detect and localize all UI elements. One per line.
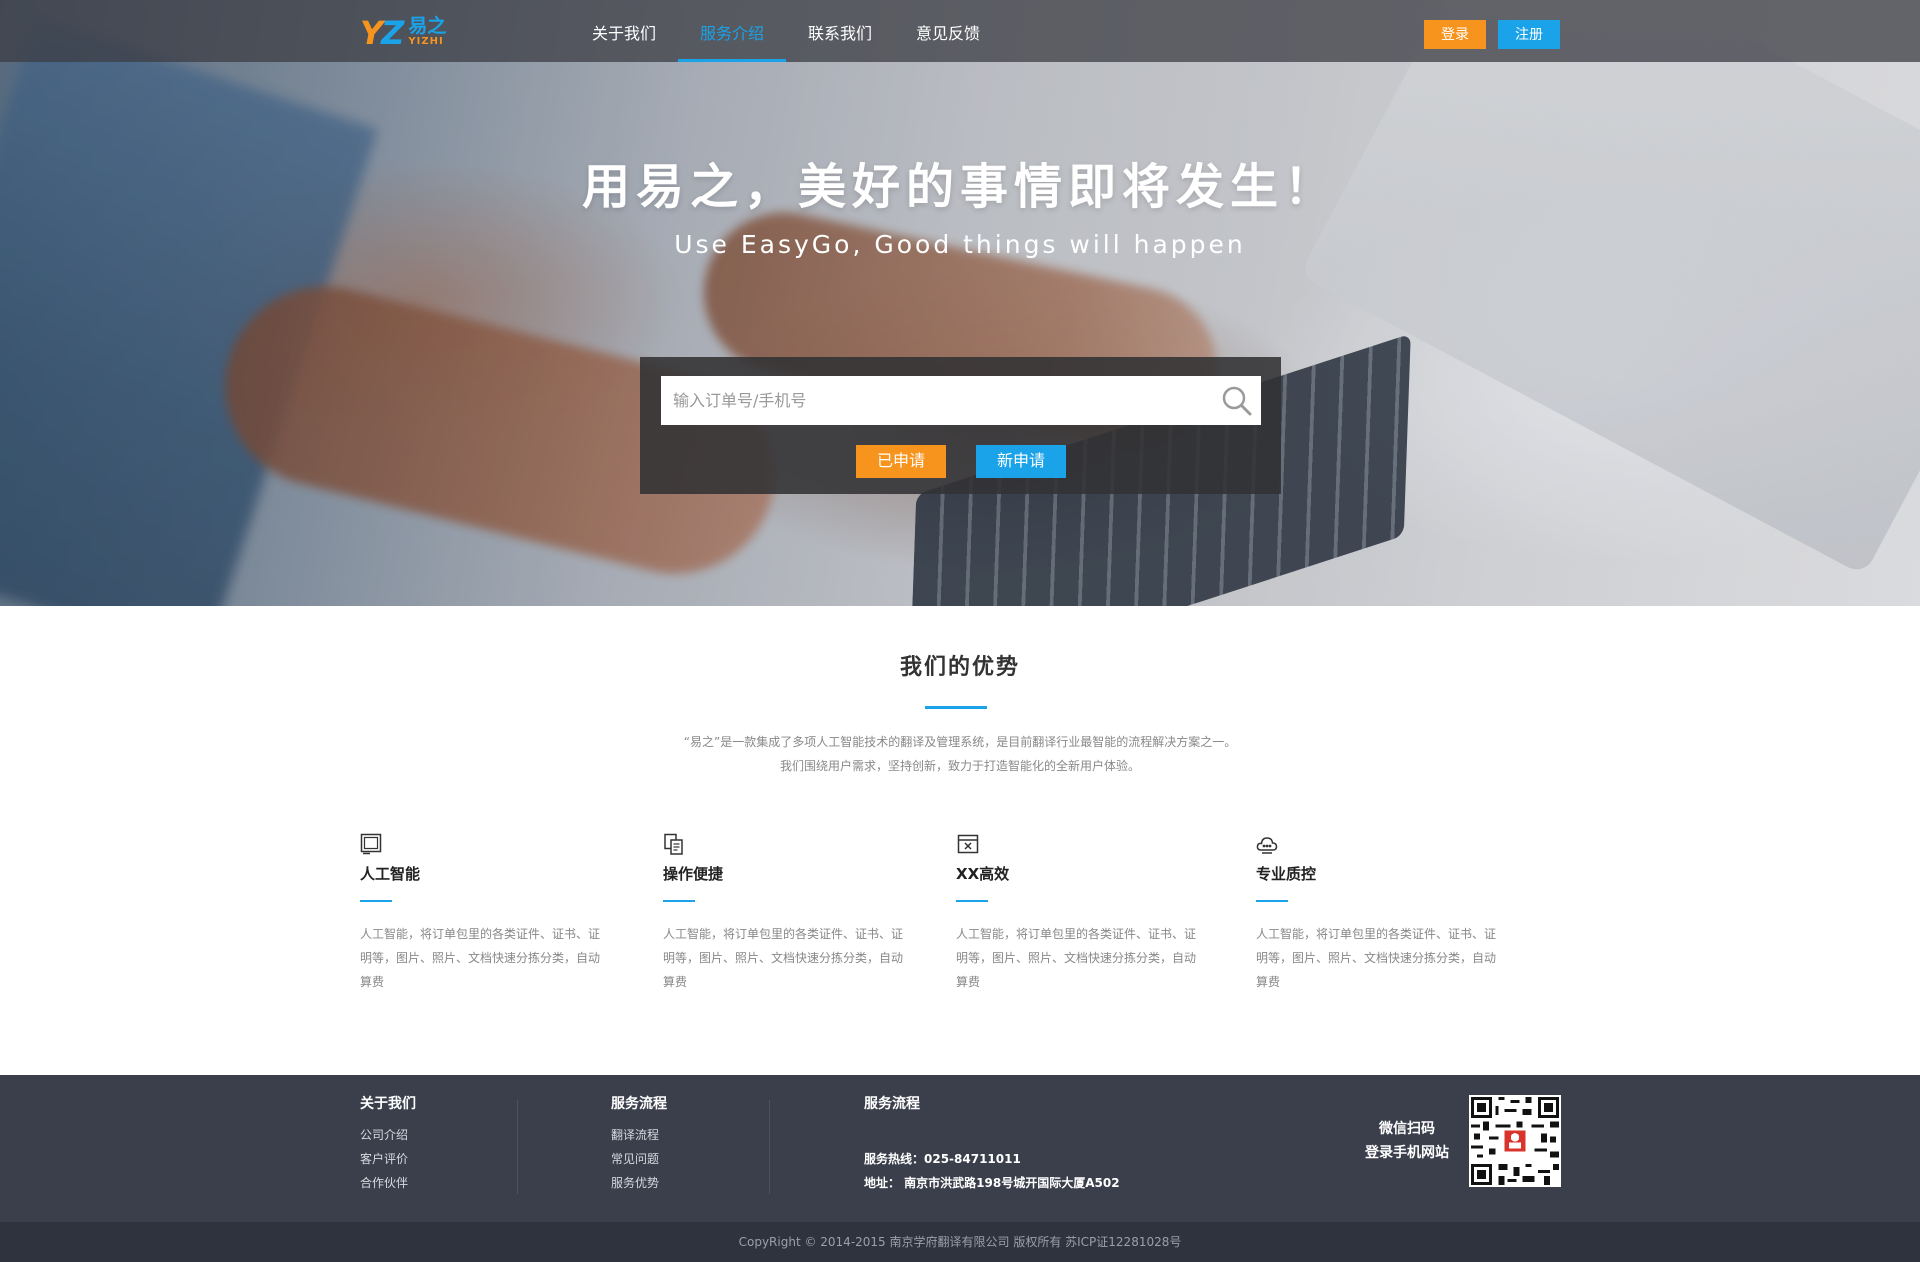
footer-col-about: 关于我们 公司介绍 客户评价 合作伙伴	[360, 1093, 416, 1195]
feature-description: 人工智能，将订单包里的各类证件、证书、证明等，图片、照片、文档快速分拣分类，自动…	[663, 927, 904, 989]
hero-subtitle: Use EasyGo, Good things will happen	[674, 230, 1246, 259]
logo-mark-z: Z	[381, 14, 404, 52]
search-panel: 已申请 新申请	[640, 357, 1281, 494]
advantages-title-underline	[925, 706, 987, 709]
logo-cn: 易之	[408, 15, 447, 37]
footer-link-reviews[interactable]: 客户评价	[360, 1147, 416, 1171]
feature-card: 人工智能 人工智能，将订单包里的各类证件、证书、证明等，图片、照片、文档快速分拣…	[360, 833, 620, 994]
feature-card: XX高效 人工智能，将订单包里的各类证件、证书、证明等，图片、照片、文档快速分拣…	[956, 833, 1216, 994]
footer-divider	[517, 1100, 518, 1194]
feature-card: 专业质控 人工智能，将订单包里的各类证件、证书、证明等，图片、照片、文档快速分拣…	[1256, 833, 1516, 994]
feature-underline	[956, 900, 988, 902]
feature-title: XX高效	[956, 865, 1010, 883]
feature-description: 人工智能，将订单包里的各类证件、证书、证明等，图片、照片、文档快速分拣分类，自动…	[956, 927, 1197, 989]
footer-link-list: 翻译流程 常见问题 服务优势	[611, 1123, 667, 1195]
footer-col-title: 服务流程	[611, 1096, 667, 1112]
footer-link-list: 公司介绍 客户评价 合作伙伴	[360, 1123, 416, 1195]
feature-underline	[663, 900, 695, 902]
search-icon[interactable]	[1221, 385, 1253, 417]
footer-link-faq[interactable]: 常见问题	[611, 1147, 667, 1171]
logo-mark-y: Y	[360, 14, 383, 52]
advantages-description: “易之”是一款集成了多项人工智能技术的翻译及管理系统，是目前翻译行业最智能的流程…	[0, 730, 1920, 778]
contact-info: 服务热线：025-84711011 地址： 南京市洪武路198号城开国际大厦A5…	[864, 1147, 1120, 1195]
cloud-icon	[1256, 837, 1278, 854]
address: 地址： 南京市洪武路198号城开国际大厦A502	[864, 1176, 1120, 1190]
feature-underline	[1256, 900, 1288, 902]
feature-title: 人工智能	[360, 865, 421, 883]
search-box	[661, 376, 1261, 425]
footer-divider	[769, 1100, 770, 1194]
footer-link-advantages[interactable]: 服务优势	[611, 1171, 667, 1195]
qr-code-icon	[1471, 1097, 1559, 1185]
applied-button[interactable]: 已申请	[856, 445, 946, 478]
advantages-desc-line-2: 我们围绕用户需求，坚持创新，致力于打造智能化的全新用户体验。	[779, 759, 1140, 773]
footer-col-process: 服务流程 翻译流程 常见问题 服务优势	[611, 1093, 667, 1195]
footer-link-translation-process[interactable]: 翻译流程	[611, 1123, 667, 1147]
feature-description: 人工智能，将订单包里的各类证件、证书、证明等，图片、照片、文档快速分拣分类，自动…	[360, 927, 601, 989]
footer-col-title: 服务流程	[864, 1096, 920, 1112]
menu-item-contact[interactable]: 联系我们	[786, 0, 894, 62]
qr-caption: 微信扫码 登录手机网站	[1352, 1117, 1462, 1165]
qr-caption-line-1: 微信扫码	[1379, 1121, 1435, 1137]
footer-col-contact: 服务流程 服务热线：025-84711011 地址： 南京市洪武路198号城开国…	[864, 1093, 1120, 1195]
logo-mark: YZ	[360, 14, 404, 52]
service-hotline: 服务热线：025-84711011	[864, 1152, 1021, 1166]
menu-item-services[interactable]: 服务介绍	[678, 0, 787, 62]
logo-en: YIZHI	[408, 36, 444, 47]
advantages-title: 我们的优势	[899, 655, 1020, 680]
footer-col-title: 关于我们	[360, 1096, 416, 1112]
footer-link-company[interactable]: 公司介绍	[360, 1123, 416, 1147]
qr-caption-line-2: 登录手机网站	[1365, 1145, 1449, 1161]
document-copy-icon	[664, 833, 683, 855]
menu-item-about[interactable]: 关于我们	[570, 0, 678, 62]
search-input[interactable]	[661, 376, 1201, 425]
hero-banner: 用易之，美好的事情即将发生！ Use EasyGo, Good things w…	[0, 0, 1920, 606]
footer-link-partners[interactable]: 合作伙伴	[360, 1171, 416, 1195]
feature-card: 操作便捷 人工智能，将订单包里的各类证件、证书、证明等，图片、照片、文档快速分拣…	[663, 833, 923, 994]
advantages-desc-line-1: “易之”是一款集成了多项人工智能技术的翻译及管理系统，是目前翻译行业最智能的流程…	[683, 735, 1237, 749]
tablet-icon	[360, 833, 382, 855]
qr-code	[1469, 1095, 1561, 1187]
footer: 关于我们 公司介绍 客户评价 合作伙伴 服务流程 翻译流程 常见问题 服务优势 …	[0, 1075, 1920, 1222]
new-application-button[interactable]: 新申请	[976, 445, 1066, 478]
feature-title: 操作便捷	[663, 865, 724, 883]
copyright-bar: CopyRight © 2014-2015 南京学府翻译有限公司 版权所有 苏I…	[0, 1222, 1920, 1262]
register-button[interactable]: 注册	[1498, 20, 1560, 49]
menu-item-feedback[interactable]: 意见反馈	[894, 0, 1002, 62]
login-button[interactable]: 登录	[1424, 20, 1486, 49]
logo-text: 易之 YIZHI	[408, 16, 446, 48]
feature-description: 人工智能，将订单包里的各类证件、证书、证明等，图片、照片、文档快速分拣分类，自动…	[1256, 927, 1497, 989]
window-close-icon	[957, 834, 979, 854]
hero-title: 用易之，美好的事情即将发生！	[581, 159, 1338, 215]
feature-underline	[360, 900, 392, 902]
top-nav: YZ 易之 YIZHI 关于我们 服务介绍 联系我们 意见反馈 登录 注册	[0, 0, 1920, 62]
main-menu: 关于我们 服务介绍 联系我们 意见反馈	[570, 0, 1002, 62]
feature-title: 专业质控	[1256, 865, 1317, 883]
logo[interactable]: YZ 易之 YIZHI	[360, 16, 446, 50]
hero-shade	[0, 0, 1920, 606]
